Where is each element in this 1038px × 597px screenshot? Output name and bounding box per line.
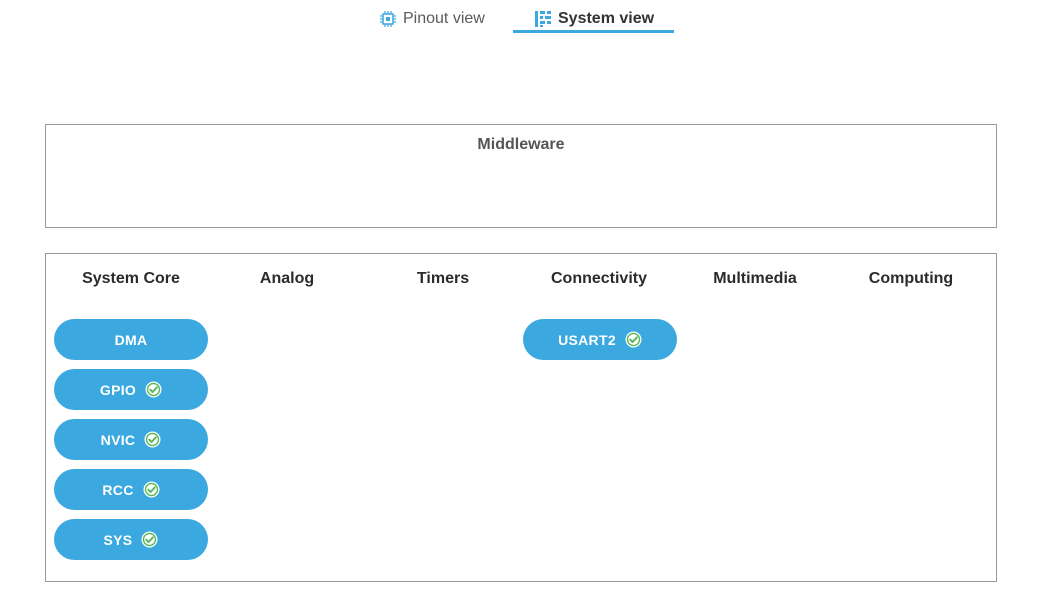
- categories-panel: System Core Analog Timers Connectivity M…: [45, 253, 997, 582]
- peripheral-usart2-button[interactable]: USART2: [523, 319, 677, 360]
- view-tabs: Pinout view System view: [0, 0, 1038, 40]
- check-circle-icon: [144, 431, 161, 448]
- peripheral-label: SYS: [103, 531, 133, 548]
- peripheral-gpio-button[interactable]: GPIO: [54, 369, 208, 410]
- tab-system-view[interactable]: System view: [534, 6, 654, 32]
- active-tab-indicator: [513, 30, 674, 33]
- peripheral-label: USART2: [558, 331, 616, 348]
- peripheral-rcc-button[interactable]: RCC: [54, 469, 208, 510]
- check-circle-icon: [625, 331, 642, 348]
- peripheral-sys-button[interactable]: SYS: [54, 519, 208, 560]
- chip-icon: [379, 10, 397, 28]
- peripheral-label: GPIO: [99, 381, 137, 398]
- middleware-panel: Middleware: [45, 124, 997, 228]
- category-multimedia: Multimedia: [713, 270, 797, 287]
- tab-pinout-label: Pinout view: [403, 10, 485, 27]
- category-system-core: System Core: [82, 270, 180, 287]
- peripheral-label: DMA: [114, 331, 148, 348]
- system-grid-icon: [534, 10, 552, 28]
- category-analog: Analog: [259, 270, 315, 287]
- check-circle-icon: [143, 481, 160, 498]
- category-connectivity: Connectivity: [550, 270, 647, 287]
- peripheral-label: NVIC: [100, 431, 136, 448]
- category-computing: Computing: [868, 270, 954, 287]
- tab-pinout-view[interactable]: Pinout view: [379, 6, 485, 32]
- check-circle-icon: [141, 531, 158, 548]
- middleware-title: Middleware: [477, 136, 565, 153]
- category-timers: Timers: [416, 270, 470, 287]
- peripheral-dma-button[interactable]: DMA: [54, 319, 208, 360]
- peripheral-nvic-button[interactable]: NVIC: [54, 419, 208, 460]
- tab-system-label: System view: [558, 10, 655, 27]
- check-circle-icon: [145, 381, 162, 398]
- peripheral-label: RCC: [102, 481, 134, 498]
